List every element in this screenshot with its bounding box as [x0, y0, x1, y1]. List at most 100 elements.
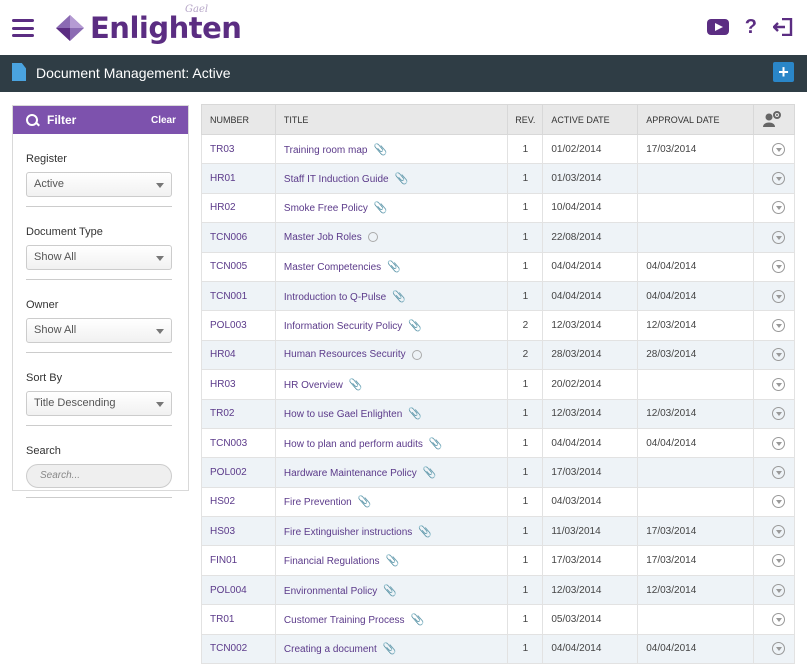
column-header-title[interactable]: TITLE — [274, 104, 509, 135]
row-options-icon[interactable] — [771, 377, 785, 391]
document-title[interactable]: Financial Regulations — [284, 556, 380, 567]
row-options-icon[interactable] — [771, 348, 785, 362]
row-options-icon[interactable] — [771, 319, 785, 333]
document-number[interactable]: FIN01 — [201, 545, 276, 576]
document-number[interactable]: HR03 — [201, 369, 276, 400]
row-options-icon[interactable] — [771, 612, 785, 626]
document-title-cell[interactable]: Environmental Policy 📎 — [274, 574, 509, 606]
youtube-icon[interactable] — [706, 19, 729, 35]
row-options-icon[interactable] — [771, 436, 785, 450]
document-title-cell[interactable]: Hardware Maintenance Policy 📎 — [274, 457, 509, 488]
search-input[interactable]: Search... — [26, 464, 172, 488]
logout-icon[interactable] — [773, 18, 793, 36]
row-options-cell[interactable] — [753, 339, 795, 371]
document-number[interactable]: POL002 — [201, 457, 276, 488]
row-options-cell[interactable] — [753, 457, 795, 488]
row-options-cell[interactable] — [753, 192, 795, 224]
row-options-icon[interactable] — [771, 465, 785, 479]
document-title-cell[interactable]: Staff IT Induction Guide 📎 — [274, 163, 509, 194]
row-options-icon[interactable] — [771, 172, 785, 186]
table-row[interactable]: TCN001 Introduction to Q-Pulse 📎 1 04/04/201… — [201, 280, 795, 312]
document-title[interactable]: Fire Extinguisher instructions — [284, 527, 412, 538]
table-row[interactable]: TR03 Training room map 📎 1 01/02/2014 17/03/2… — [201, 133, 795, 165]
document-title[interactable]: How to plan and perform audits — [284, 439, 423, 450]
row-options-cell[interactable] — [753, 545, 795, 576]
attachment-icon[interactable]: 📎 — [386, 554, 400, 567]
row-options-cell[interactable] — [753, 310, 795, 341]
row-options-icon[interactable] — [771, 495, 785, 509]
row-options-cell[interactable] — [753, 280, 795, 312]
document-number[interactable]: POL003 — [201, 310, 276, 341]
table-row[interactable]: HS02 Fire Prevention 📎 1 04/03/2014 — [201, 486, 795, 518]
document-title-cell[interactable]: Information Security Policy 📎 — [274, 310, 509, 341]
owner-select[interactable]: Show All — [26, 318, 172, 343]
row-options-cell[interactable] — [753, 163, 795, 194]
row-options-cell[interactable] — [753, 427, 795, 459]
row-options-icon[interactable] — [771, 554, 785, 568]
document-title[interactable]: Creating a document — [284, 644, 377, 655]
document-number[interactable]: HS02 — [201, 486, 276, 518]
attachment-icon[interactable]: 📎 — [373, 143, 387, 156]
table-row[interactable]: TCN003 How to plan and perform audits 📎 1 04… — [201, 427, 795, 459]
attachment-icon[interactable]: 📎 — [429, 437, 443, 450]
attachment-icon[interactable]: 📎 — [383, 642, 397, 655]
document-title[interactable]: Introduction to Q-Pulse — [284, 292, 386, 303]
attachment-icon[interactable]: 📎 — [387, 260, 401, 273]
row-options-cell[interactable] — [753, 251, 795, 282]
attachment-icon[interactable]: 📎 — [408, 319, 422, 332]
sort-by-select[interactable]: Title Descending — [26, 391, 172, 416]
attachment-icon[interactable]: 📎 — [423, 466, 437, 479]
document-number[interactable]: TR03 — [201, 133, 276, 165]
column-header-active-date[interactable]: ACTIVE DATE — [542, 104, 639, 135]
attachment-icon[interactable]: 📎 — [349, 378, 363, 391]
table-row[interactable]: FIN01 Financial Regulations 📎 1 17/03/2014 17… — [201, 545, 795, 576]
row-options-cell[interactable] — [753, 486, 795, 518]
table-row[interactable]: HR04 Human Resources Security 2 28/03/2014 2… — [201, 339, 795, 371]
attachment-icon[interactable]: 📎 — [418, 525, 432, 538]
table-row[interactable]: TR01 Customer Training Process 📎 1 05/03/201… — [201, 604, 795, 635]
row-options-cell[interactable] — [753, 516, 795, 547]
row-options-icon[interactable] — [771, 642, 785, 656]
table-row[interactable]: TR02 How to use Gael Enlighten 📎 1 12/03/201… — [201, 398, 795, 429]
column-header-approval-date[interactable]: APPROVAL DATE — [637, 104, 755, 135]
document-title[interactable]: Fire Prevention — [284, 497, 352, 508]
document-number[interactable]: HR02 — [201, 192, 276, 224]
document-title-cell[interactable]: Training room map 📎 — [274, 133, 509, 165]
row-options-icon[interactable] — [771, 583, 785, 597]
column-settings[interactable] — [753, 104, 795, 135]
document-title-cell[interactable]: Human Resources Security — [274, 339, 509, 371]
document-title-cell[interactable]: Introduction to Q-Pulse 📎 — [274, 280, 509, 312]
attachment-icon[interactable]: 📎 — [392, 290, 406, 303]
document-title[interactable]: HR Overview — [284, 380, 343, 391]
document-title-cell[interactable]: How to use Gael Enlighten 📎 — [274, 398, 509, 429]
attachment-icon[interactable]: 📎 — [383, 584, 397, 597]
document-title[interactable]: Master Competencies — [284, 262, 381, 273]
document-number[interactable]: TCN006 — [201, 222, 276, 253]
clear-filter-button[interactable]: Clear — [151, 115, 176, 126]
table-row[interactable]: TCN005 Master Competencies 📎 1 04/04/2014 04/… — [201, 251, 795, 282]
document-number[interactable]: HS03 — [201, 516, 276, 547]
attachment-icon[interactable]: 📎 — [411, 613, 425, 626]
document-title[interactable]: Training room map — [284, 145, 368, 156]
row-options-cell[interactable] — [753, 133, 795, 165]
row-options-icon[interactable] — [771, 142, 785, 156]
table-row[interactable]: POL004 Environmental Policy 📎 1 12/03/2014 12… — [201, 574, 795, 606]
logo[interactable]: Enlighten Gael — [54, 4, 242, 46]
column-header-rev[interactable]: REV. — [507, 104, 544, 135]
row-options-cell[interactable] — [753, 604, 795, 635]
table-row[interactable]: TCN006 Master Job Roles 1 22/08/2014 — [201, 222, 795, 253]
table-row[interactable]: HR02 Smoke Free Policy 📎 1 10/04/2014 — [201, 192, 795, 224]
row-options-cell[interactable] — [753, 222, 795, 253]
row-options-cell[interactable] — [753, 574, 795, 606]
document-type-select[interactable]: Show All — [26, 245, 172, 270]
document-number[interactable]: TCN005 — [201, 251, 276, 282]
document-title-cell[interactable]: Smoke Free Policy 📎 — [274, 192, 509, 224]
table-row[interactable]: POL003 Information Security Policy 📎 2 12/03… — [201, 310, 795, 341]
row-options-icon[interactable] — [771, 201, 785, 215]
row-options-icon[interactable] — [771, 260, 785, 274]
row-options-cell[interactable] — [753, 398, 795, 429]
table-row[interactable]: HR01 Staff IT Induction Guide 📎 1 01/03/2014 — [201, 163, 795, 194]
register-select[interactable]: Active — [26, 172, 172, 197]
attachment-icon[interactable]: 📎 — [408, 407, 422, 420]
add-document-button[interactable]: + — [773, 62, 794, 82]
